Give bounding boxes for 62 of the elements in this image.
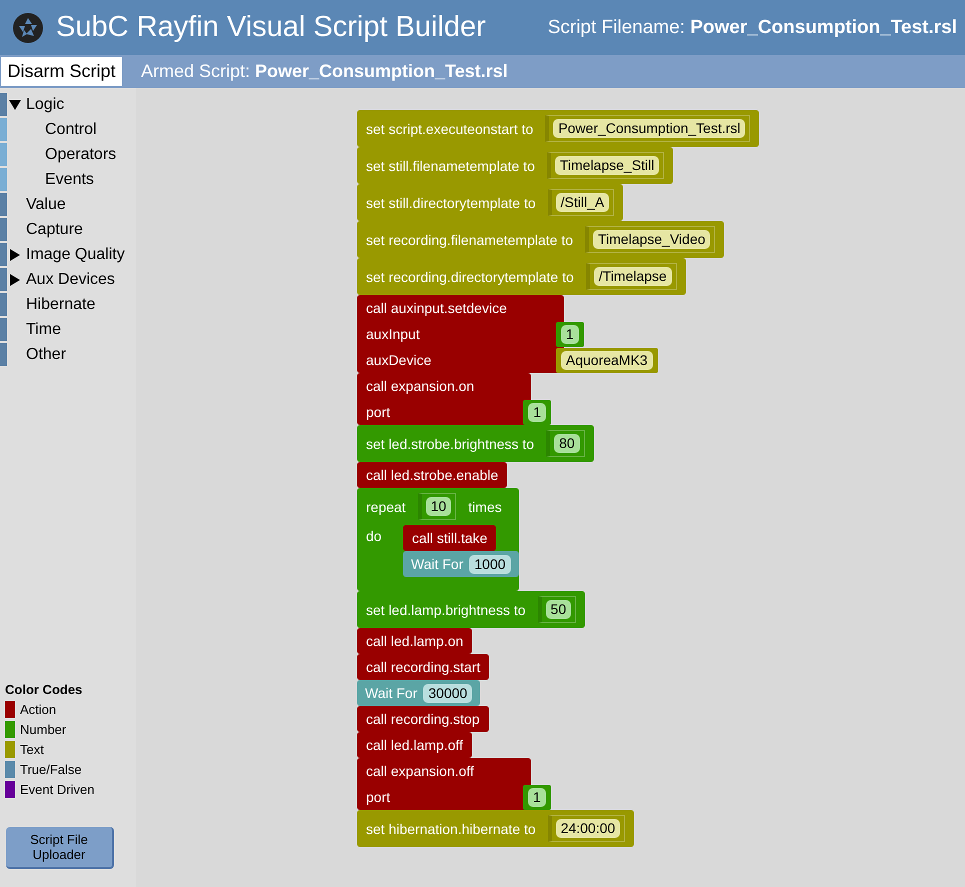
value-field[interactable]: 1 — [560, 324, 579, 344]
expand-triangle-icon[interactable] — [9, 248, 21, 260]
legend-label: Action — [20, 702, 56, 716]
legend-title: Color Codes — [5, 682, 84, 697]
call-block[interactable]: call recording.stop — [357, 706, 489, 732]
set-block[interactable]: set script.executeonstart to Power_Consumption_Test.rsl — [357, 110, 760, 147]
disarm-script-button[interactable]: Disarm Script — [1, 57, 122, 86]
value-field[interactable]: 1000 — [469, 554, 511, 574]
collapse-triangle-icon[interactable] — [9, 98, 21, 110]
expand-triangle-icon[interactable] — [9, 274, 21, 286]
value-field[interactable]: 50 — [546, 600, 572, 619]
value-field[interactable]: 1 — [528, 788, 546, 806]
call-block[interactable]: call led.lamp.off — [357, 732, 472, 758]
app-title: SubC Rayfin Visual Script Builder — [56, 11, 487, 44]
call-block[interactable]: call still.take — [403, 525, 496, 551]
value-block[interactable]: 1 — [522, 784, 551, 810]
legend-label: Number — [20, 722, 66, 736]
value-field[interactable]: 80 — [554, 434, 580, 453]
aperture-icon — [12, 12, 44, 44]
value-field[interactable]: Timelapse_Still — [554, 156, 660, 175]
category-item[interactable]: Aux Devices — [0, 267, 136, 292]
category-item[interactable]: Other — [0, 342, 136, 367]
category-item[interactable]: Time — [0, 317, 136, 342]
value-field[interactable]: /Timelapse — [594, 267, 672, 286]
call-block[interactable]: call recording.start — [357, 654, 490, 680]
call-block[interactable]: call led.strobe.enable — [357, 462, 508, 488]
category-item[interactable]: Operators — [0, 142, 136, 167]
category-item[interactable]: Capture — [0, 217, 136, 242]
value-field[interactable]: Timelapse_Video — [593, 230, 710, 249]
value-field[interactable]: 30000 — [423, 684, 472, 702]
set-block[interactable]: set still.directorytemplate to /Still_A — [357, 184, 624, 221]
value-field[interactable]: /Still_A — [556, 193, 610, 212]
set-block[interactable]: set still.filenametemplate to Timelapse_Still — [357, 147, 674, 184]
armed-script-label: Armed Script: Power_Consumption_Test.rsl — [141, 61, 508, 82]
value-field[interactable]: Power_Consumption_Test.rsl — [553, 119, 746, 138]
set-block[interactable]: set recording.filenametemplate to Timelapse_Video — [357, 221, 724, 258]
repeat-block[interactable]: repeat 10 times do call still.take Wait For 1000 — [357, 488, 519, 591]
legend-label: True/False — [20, 762, 82, 776]
category-item[interactable]: Value — [0, 192, 136, 217]
value-field[interactable]: 24:00:00 — [556, 819, 620, 838]
script-file-uploader-button[interactable]: Script File Uploader — [6, 827, 114, 869]
value-field[interactable]: 10 — [426, 497, 452, 516]
set-block[interactable]: set led.lamp.brightness to 50 — [357, 591, 586, 628]
legend-label: Text — [20, 742, 44, 756]
script-filename: Script Filename: Power_Consumption_Test.rsl — [548, 16, 957, 38]
legend-label: Event Driven — [20, 782, 94, 796]
category-item[interactable]: Hibernate — [0, 292, 136, 317]
value-block[interactable]: 1 — [523, 400, 551, 424]
category-item[interactable]: Image Quality — [0, 242, 136, 267]
wait-block[interactable]: Wait For 1000 — [403, 551, 519, 577]
set-block[interactable]: set recording.directorytemplate to /Timelapse — [357, 258, 686, 295]
set-block[interactable]: set led.strobe.brightness to 80 — [357, 425, 594, 462]
value-field[interactable]: 1 — [528, 402, 546, 422]
category-item[interactable]: Logic — [0, 92, 136, 117]
category-item[interactable]: Events — [0, 167, 136, 192]
call-block[interactable]: call led.lamp.on — [357, 628, 472, 654]
set-block[interactable]: set hibernation.hibernate to 24:00:00 — [357, 810, 634, 847]
value-block[interactable]: 1 — [556, 322, 584, 346]
value-block[interactable]: AquoreaMK3 — [556, 348, 658, 372]
category-item[interactable]: Control — [0, 117, 136, 142]
wait-block[interactable]: Wait For 30000 — [357, 680, 480, 706]
value-field[interactable]: AquoreaMK3 — [560, 350, 653, 370]
